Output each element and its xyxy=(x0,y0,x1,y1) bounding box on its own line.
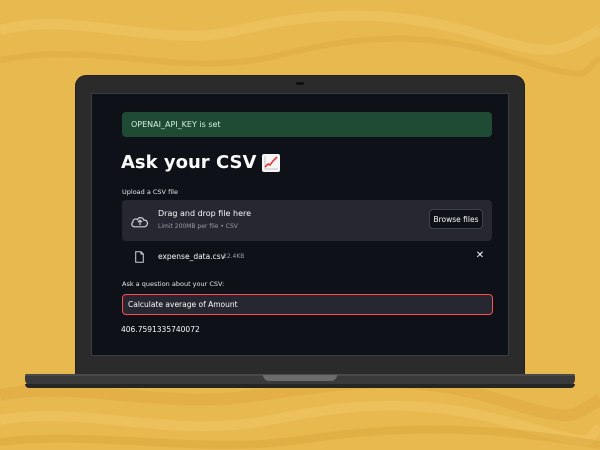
scene-background: OPENAI_API_KEY is set Ask your CSV Uploa… xyxy=(0,0,600,450)
uploaded-file-name: expense_data.csv xyxy=(158,252,226,261)
page-title-text: Ask your CSV xyxy=(121,152,257,173)
cloud-upload-icon xyxy=(131,217,149,228)
dropzone-limit: Limit 200MB per file • CSV xyxy=(158,223,238,230)
close-icon[interactable]: ✕ xyxy=(475,251,485,261)
laptop-notch xyxy=(263,375,337,381)
success-alert: OPENAI_API_KEY is set xyxy=(122,112,492,137)
question-label: Ask a question about your CSV: xyxy=(122,280,225,288)
browse-files-button[interactable]: Browse files xyxy=(429,209,483,229)
chart-increasing-icon xyxy=(262,153,281,172)
uploaded-file-size: 22.4KB xyxy=(223,253,245,260)
answer-text: 406.7591335740072 xyxy=(121,325,200,334)
camera-icon xyxy=(296,82,304,85)
dropzone-instruction: Drag and drop file here xyxy=(158,209,252,218)
app-screen: OPENAI_API_KEY is set Ask your CSV Uploa… xyxy=(91,93,509,356)
upload-label: Upload a CSV file xyxy=(122,188,178,196)
laptop-base-lip xyxy=(25,384,575,388)
question-input[interactable] xyxy=(122,294,493,315)
uploaded-file-row: expense_data.csv 22.4KB ✕ xyxy=(122,246,492,268)
file-dropzone[interactable]: Drag and drop file here Limit 200MB per … xyxy=(122,200,492,241)
file-icon xyxy=(135,251,144,263)
page-title: Ask your CSV xyxy=(121,152,281,173)
